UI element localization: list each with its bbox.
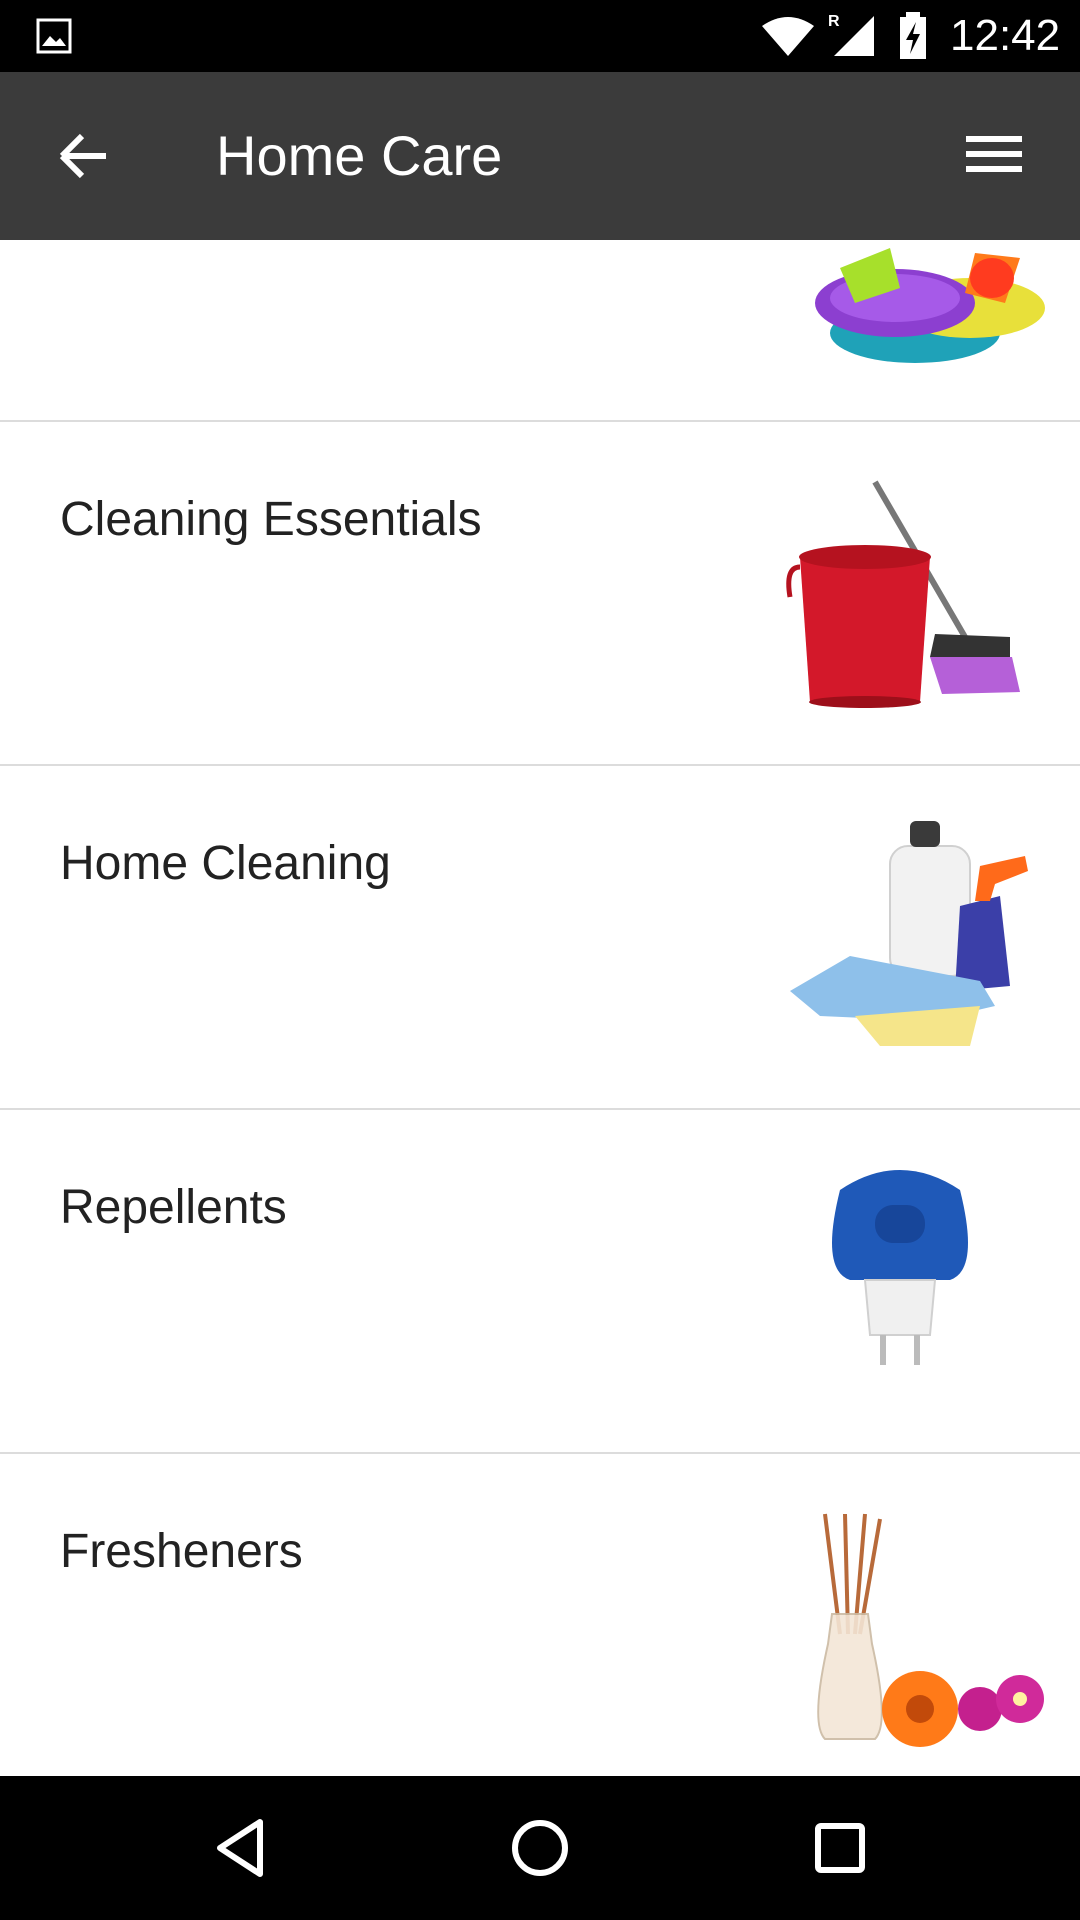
- category-row-cleaning-essentials[interactable]: Cleaning Essentials: [0, 422, 1080, 766]
- home-circle-icon[interactable]: [504, 1812, 576, 1884]
- category-row-home-cleaning[interactable]: Home Cleaning: [0, 766, 1080, 1110]
- plastic-dishes-image: [815, 248, 1045, 363]
- page-title: Home Care: [216, 124, 503, 187]
- signal-icon: R: [828, 13, 874, 56]
- bucket-mop-image: [786, 480, 1020, 708]
- back-triangle-icon[interactable]: [206, 1812, 278, 1884]
- reed-diffuser-image: [817, 1513, 1044, 1747]
- category-row-fresheners[interactable]: Fresheners: [0, 1454, 1080, 1776]
- svg-text:R: R: [828, 13, 840, 30]
- gallery-icon: [36, 18, 72, 54]
- status-bar: R 12:42: [0, 0, 1080, 72]
- wifi-icon: [762, 17, 814, 56]
- category-list: Cleaning Essentials Home Cleaning Repell…: [0, 240, 1080, 1776]
- cleaning-supplies-image: [790, 821, 1028, 1046]
- category-label: Home Cleaning: [60, 837, 391, 890]
- clock: 12:42: [950, 11, 1061, 60]
- category-label: Repellents: [60, 1181, 287, 1234]
- navigation-bar: [0, 1776, 1080, 1920]
- battery-charging-icon: [900, 12, 926, 59]
- hamburger-menu-icon[interactable]: [966, 134, 1022, 174]
- category-label: Fresheners: [60, 1525, 303, 1578]
- category-row-dishes[interactable]: [0, 240, 1080, 422]
- app-bar: Home Care: [0, 72, 1080, 240]
- category-label: Cleaning Essentials: [60, 493, 482, 546]
- arrow-left-icon[interactable]: [58, 130, 110, 182]
- category-row-repellents[interactable]: Repellents: [0, 1110, 1080, 1454]
- recents-square-icon[interactable]: [804, 1812, 876, 1884]
- mosquito-repellent-image: [832, 1170, 968, 1365]
